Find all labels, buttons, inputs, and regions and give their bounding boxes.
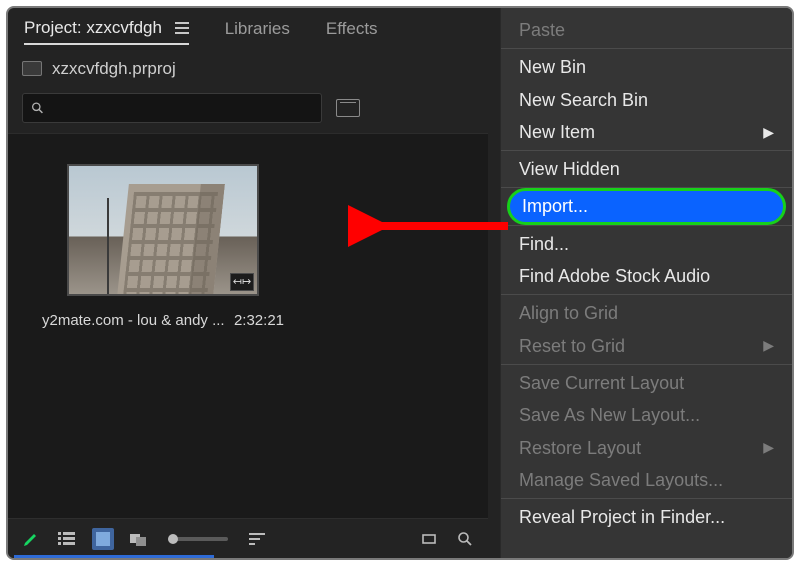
slider-knob[interactable] [168,534,178,544]
search-input-wrap[interactable] [22,93,322,123]
automate-icon[interactable] [418,528,440,550]
thumbnail-art [117,184,225,296]
ctx-import[interactable]: Import... [507,188,786,224]
thumbnail-size-slider[interactable] [168,537,228,541]
ctx-reset-grid: Reset to Grid ▶ [501,330,792,362]
ctx-reveal-finder[interactable]: Reveal Project in Finder... [501,501,792,533]
ctx-save-as-layout: Save As New Layout... [501,399,792,431]
sort-icon[interactable] [246,528,268,550]
submenu-arrow-icon: ▶ [763,438,774,457]
submenu-arrow-icon: ▶ [763,123,774,142]
panel-menu-icon[interactable] [175,19,189,39]
new-bin-icon[interactable] [336,99,360,117]
project-file-name: xzxcvfdgh.prproj [52,59,176,79]
ctx-new-item-label: New Item [519,120,595,144]
panel-tabs: Project: xzxcvfdgh Libraries Effects [8,8,488,49]
panel-toolbar [8,518,488,558]
search-row [8,83,488,133]
find-icon[interactable] [454,528,476,550]
ctx-manage-layouts: Manage Saved Layouts... [501,464,792,496]
tab-libraries[interactable]: Libraries [225,19,290,43]
ctx-view-hidden[interactable]: View Hidden [501,153,792,185]
thumbnail-art-pole [107,198,109,294]
project-panel: Project: xzxcvfdgh Libraries Effects xzx… [8,8,488,558]
ctx-save-layout: Save Current Layout [501,367,792,399]
ctx-find[interactable]: Find... [501,228,792,260]
search-input[interactable] [50,99,313,116]
clip-thumbnail[interactable]: ↤↦ [67,164,259,296]
ctx-new-item[interactable]: New Item ▶ [501,116,792,148]
tab-project-prefix: Project: [24,18,86,37]
pen-tool-icon[interactable] [20,528,42,550]
ctx-align-grid: Align to Grid [501,297,792,329]
ctx-new-search-bin[interactable]: New Search Bin [501,84,792,116]
clip-card[interactable]: ↤↦ y2mate.com - lou & andy ... 2:32:21 [38,164,288,329]
clip-area[interactable]: ↤↦ y2mate.com - lou & andy ... 2:32:21 [8,133,488,518]
app-frame: Project: xzxcvfdgh Libraries Effects xzx… [6,6,794,560]
tab-project[interactable]: Project: xzxcvfdgh [24,18,189,45]
clip-name: y2mate.com - lou & andy ... [42,312,225,329]
ctx-paste: Paste [501,14,792,46]
ctx-reset-grid-label: Reset to Grid [519,334,625,358]
clip-meta: y2mate.com - lou & andy ... 2:32:21 [38,312,288,329]
panel-accent [14,555,214,558]
tab-project-name: xzxcvfdgh [86,18,162,37]
ctx-restore-layout-label: Restore Layout [519,436,641,460]
project-file-row: xzxcvfdgh.prproj [8,49,488,83]
context-menu: Paste New Bin New Search Bin New Item ▶ … [500,8,792,558]
ctx-find-stock[interactable]: Find Adobe Stock Audio [501,260,792,292]
list-view-icon[interactable] [56,528,78,550]
ctx-new-bin[interactable]: New Bin [501,51,792,83]
search-icon [31,101,44,115]
freeform-view-icon[interactable] [128,528,150,550]
folder-icon [22,61,42,76]
submenu-arrow-icon: ▶ [763,336,774,355]
clip-duration: 2:32:21 [234,312,284,329]
ctx-restore-layout: Restore Layout ▶ [501,432,792,464]
tab-effects[interactable]: Effects [326,19,378,43]
clip-type-badge: ↤↦ [230,273,254,291]
icon-view-icon[interactable] [92,528,114,550]
